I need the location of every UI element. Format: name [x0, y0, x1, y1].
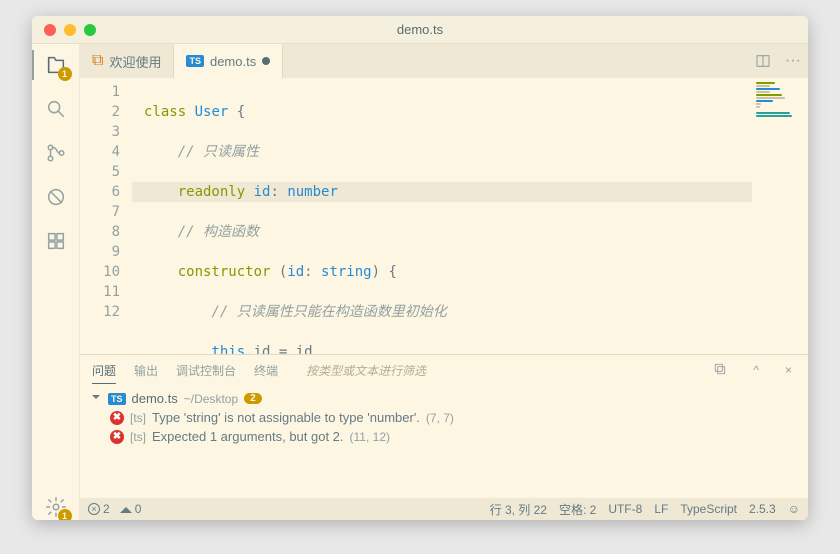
explorer-icon[interactable]: 1 — [43, 52, 69, 78]
status-feedback-icon[interactable]: ☺ — [788, 502, 800, 516]
problem-item[interactable]: ✖ [ts] Expected 1 arguments, but got 2. … — [88, 427, 800, 446]
panel-tab-terminal[interactable]: 终端 — [254, 362, 278, 379]
more-actions-icon[interactable]: ··· — [778, 44, 808, 78]
panel-tabs: 问题 输出 调试控制台 终端 按类型或文本进行筛选 ^ × — [80, 355, 808, 385]
status-warnings[interactable]: 0 — [120, 502, 142, 516]
problems-list: TS demo.ts ~/Desktop 2 ✖ [ts] Type 'stri… — [80, 385, 808, 498]
problems-panel: 问题 输出 调试控制台 终端 按类型或文本进行筛选 ^ × TS demo.ts… — [80, 354, 808, 498]
search-icon[interactable] — [43, 96, 69, 122]
tab-label: 欢迎使用 — [109, 52, 161, 71]
problems-count-badge: 2 — [244, 393, 262, 404]
status-language[interactable]: TypeScript — [680, 502, 737, 516]
problems-file-path: ~/Desktop — [184, 392, 238, 406]
status-eol[interactable]: LF — [654, 502, 668, 516]
settings-badge: 1 — [58, 509, 72, 520]
problem-message: Type 'string' is not assignable to type … — [152, 410, 420, 425]
collapse-all-icon[interactable] — [709, 362, 731, 379]
extensions-icon[interactable] — [43, 228, 69, 254]
problem-location: (7, 7) — [426, 411, 454, 425]
panel-tab-debug[interactable]: 调试控制台 — [176, 362, 236, 379]
problems-file-group[interactable]: TS demo.ts ~/Desktop 2 — [88, 389, 800, 408]
panel-tab-output[interactable]: 输出 — [134, 362, 158, 379]
activity-bar: 1 1 — [32, 44, 80, 520]
error-icon: ✖ — [110, 411, 124, 425]
panel-tab-problems[interactable]: 问题 — [92, 362, 116, 379]
split-editor-icon[interactable] — [748, 44, 778, 78]
typescript-icon: TS — [186, 55, 204, 67]
close-panel-icon[interactable]: × — [781, 363, 796, 377]
explorer-badge: 1 — [58, 67, 72, 81]
status-bar: ×2 0 行 3, 列 22 空格: 2 UTF-8 LF TypeScript… — [80, 498, 808, 520]
error-icon: ✖ — [110, 430, 124, 444]
tab-demo-ts[interactable]: TS demo.ts — [174, 44, 283, 78]
typescript-icon: TS — [108, 393, 126, 405]
problem-source: [ts] — [130, 430, 146, 444]
main-area: 1 1 ⧉ 欢迎使用 TS demo.ts — [32, 44, 808, 520]
code-editor[interactable]: 123456789101112 class User { // 只读属性 rea… — [80, 78, 808, 354]
problems-filter-input[interactable]: 按类型或文本进行筛选 — [306, 362, 691, 379]
debug-icon[interactable] — [43, 184, 69, 210]
code-content[interactable]: class User { // 只读属性 readonly id: number… — [132, 78, 752, 354]
status-errors[interactable]: ×2 — [88, 502, 110, 516]
problem-message: Expected 1 arguments, but got 2. — [152, 429, 344, 444]
line-number-gutter: 123456789101112 — [80, 78, 132, 354]
tab-label: demo.ts — [210, 54, 256, 69]
window-title: demo.ts — [32, 22, 808, 37]
tab-bar: ⧉ 欢迎使用 TS demo.ts ··· — [80, 44, 808, 78]
status-encoding[interactable]: UTF-8 — [608, 502, 642, 516]
source-control-icon[interactable] — [43, 140, 69, 166]
status-ts-version[interactable]: 2.5.3 — [749, 502, 776, 516]
status-cursor-position[interactable]: 行 3, 列 22 — [490, 501, 547, 518]
vscode-icon: ⧉ — [92, 52, 103, 70]
problem-location: (11, 12) — [350, 430, 390, 444]
problems-file-name: demo.ts — [132, 391, 178, 406]
titlebar: demo.ts — [32, 16, 808, 44]
problem-source: [ts] — [130, 411, 146, 425]
app-window: demo.ts 1 1 ⧉ 欢迎使用 — [32, 16, 808, 520]
problem-item[interactable]: ✖ [ts] Type 'string' is not assignable t… — [88, 408, 800, 427]
minimap[interactable] — [752, 78, 808, 354]
status-indentation[interactable]: 空格: 2 — [559, 501, 596, 518]
tab-welcome[interactable]: ⧉ 欢迎使用 — [80, 44, 174, 78]
settings-gear-icon[interactable]: 1 — [43, 494, 69, 520]
maximize-panel-icon[interactable]: ^ — [749, 363, 763, 377]
chevron-down-icon — [92, 395, 100, 403]
editor-group: ⧉ 欢迎使用 TS demo.ts ··· 123456789101112 cl… — [80, 44, 808, 520]
dirty-indicator-icon — [262, 57, 270, 65]
